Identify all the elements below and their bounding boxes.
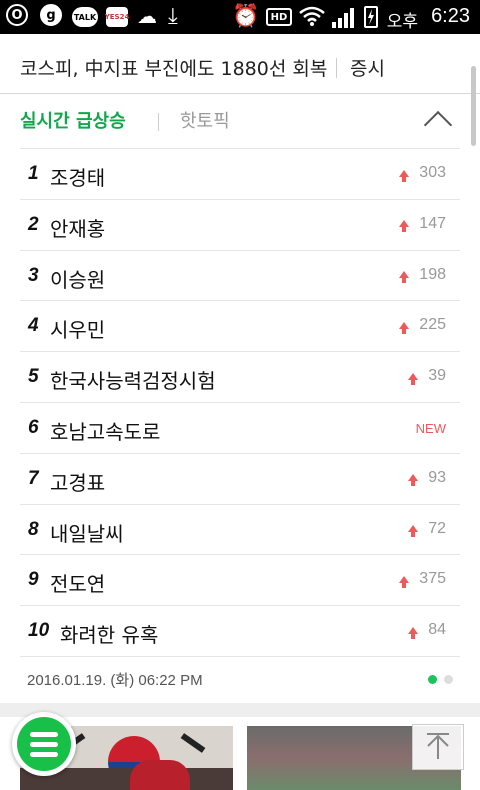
up-arrow-icon bbox=[408, 474, 419, 487]
download-icon: ⤓ bbox=[168, 3, 178, 29]
rank-change: 147 bbox=[399, 215, 446, 233]
menu-icon bbox=[17, 717, 71, 771]
rank-number: 6 bbox=[28, 416, 39, 438]
tab-hot-topic[interactable]: 핫토픽 bbox=[180, 107, 230, 133]
tab-realtime-rising[interactable]: 실시간 급상승 bbox=[20, 107, 126, 133]
rank-number: 7 bbox=[28, 467, 39, 489]
scroll-top-button[interactable] bbox=[412, 724, 464, 770]
rank-change: 93 bbox=[408, 469, 446, 487]
battery-charging-icon bbox=[364, 6, 378, 28]
up-arrow-icon bbox=[408, 372, 419, 385]
up-arrow-icon bbox=[408, 525, 419, 538]
rank-number: 4 bbox=[28, 315, 39, 337]
keyword[interactable]: 화려한 유혹 bbox=[60, 619, 158, 648]
rank-number: 3 bbox=[28, 264, 39, 286]
up-arrow-icon bbox=[399, 271, 410, 284]
section-divider bbox=[0, 703, 480, 717]
rank-change: 225 bbox=[399, 316, 446, 334]
rank-number: 10 bbox=[28, 620, 50, 642]
rank-number: 9 bbox=[28, 569, 39, 591]
updated-timestamp: 2016.01.19. (화) 06:22 PM bbox=[27, 672, 203, 689]
trigram-mark bbox=[180, 733, 206, 753]
headline-divider bbox=[336, 58, 337, 78]
tab-divider bbox=[158, 113, 159, 131]
keyword[interactable]: 조경태 bbox=[50, 162, 105, 191]
ranking-row[interactable]: 9 전도연 375 bbox=[20, 555, 460, 607]
page-indicator[interactable] bbox=[428, 675, 453, 684]
rank-number: 8 bbox=[28, 518, 39, 540]
ranking-row[interactable]: 5 한국사능력검정시험 39 bbox=[20, 352, 460, 403]
new-badge: NEW bbox=[415, 420, 446, 436]
rank-number: 5 bbox=[28, 366, 39, 388]
rank-change: 198 bbox=[399, 266, 446, 284]
rank-change: 375 bbox=[399, 570, 446, 588]
arrow-up-icon bbox=[427, 733, 449, 759]
keyword[interactable]: 고경표 bbox=[50, 467, 105, 496]
up-arrow-icon bbox=[399, 575, 410, 588]
up-arrow-icon bbox=[408, 626, 419, 639]
alarm-icon: ⏰ bbox=[232, 3, 260, 29]
signal-icon bbox=[332, 8, 356, 28]
page-dot-active[interactable] bbox=[428, 675, 437, 684]
ranking-row[interactable]: 4 시우민 225 bbox=[20, 301, 460, 353]
collapse-chevron-icon[interactable] bbox=[423, 110, 453, 140]
ranking-list: 1 조경태 303 2 안재홍 147 3 이승원 198 4 시우민 225 … bbox=[20, 148, 460, 657]
rank-number: 2 bbox=[28, 213, 39, 235]
headline-category[interactable]: 증시 bbox=[350, 54, 385, 81]
up-arrow-icon bbox=[399, 169, 410, 182]
page-dot[interactable] bbox=[444, 675, 453, 684]
crowd-image bbox=[130, 760, 190, 790]
wifi-icon bbox=[298, 4, 326, 28]
menu-fab-button[interactable] bbox=[12, 712, 76, 776]
rank-number: 1 bbox=[28, 163, 39, 184]
hd-icon: HD bbox=[266, 8, 292, 26]
ranking-row[interactable]: 3 이승원 198 bbox=[20, 251, 460, 302]
ranking-row[interactable]: 6 호남고속도로 NEW bbox=[20, 403, 460, 454]
clock-time: 6:23 bbox=[431, 5, 470, 27]
keyword[interactable]: 이승원 bbox=[50, 264, 105, 293]
yes24-icon: YES24 bbox=[105, 7, 129, 27]
up-arrow-icon bbox=[399, 220, 410, 233]
keyword[interactable]: 안재홍 bbox=[50, 213, 105, 242]
up-arrow-icon bbox=[399, 321, 410, 334]
status-bar: O g TALK YES24 ☁ ⤓ ⏰ HD 오후 6:23 bbox=[0, 0, 480, 34]
rank-change: 303 bbox=[399, 164, 446, 182]
g-icon: g bbox=[40, 4, 62, 26]
keyword[interactable]: 내일날씨 bbox=[50, 518, 124, 547]
keyword[interactable]: 한국사능력검정시험 bbox=[50, 365, 216, 394]
ranking-row[interactable]: 1 조경태 303 bbox=[20, 149, 460, 200]
rank-change: 84 bbox=[408, 621, 446, 639]
ranking-row[interactable]: 7 고경표 93 bbox=[20, 454, 460, 505]
headline-text[interactable]: 코스피, 中지표 부진에도 1880선 회복 bbox=[20, 54, 327, 81]
rank-change: 39 bbox=[408, 367, 446, 385]
keyword[interactable]: 시우민 bbox=[50, 314, 105, 343]
headline-bar[interactable]: 코스피, 中지표 부진에도 1880선 회복 증시 bbox=[0, 34, 480, 94]
talk-icon: TALK bbox=[72, 7, 98, 27]
o-icon: O bbox=[6, 4, 28, 26]
ranking-row[interactable]: 2 안재홍 147 bbox=[20, 200, 460, 251]
ranking-row[interactable]: 8 내일날씨 72 bbox=[20, 505, 460, 556]
cloud-icon: ☁ bbox=[137, 4, 157, 28]
rank-change: 72 bbox=[408, 520, 446, 538]
time-ampm: 오후 bbox=[386, 12, 418, 32]
keyword[interactable]: 호남고속도로 bbox=[50, 416, 160, 445]
keyword[interactable]: 전도연 bbox=[50, 568, 105, 597]
ranking-row[interactable]: 10 화려한 유혹 84 bbox=[20, 606, 460, 657]
trend-tabs: 실시간 급상승 핫토픽 bbox=[0, 95, 480, 147]
